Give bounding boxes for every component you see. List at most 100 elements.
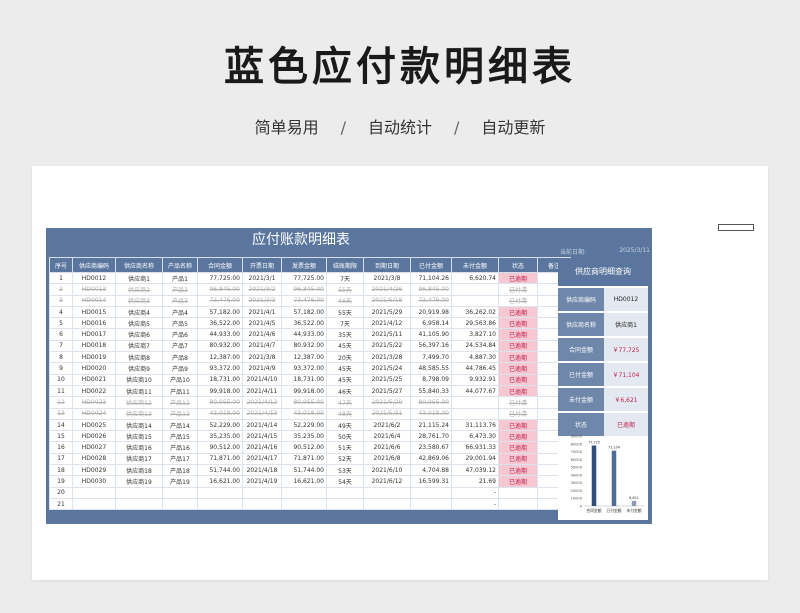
cell-inv_date[interactable]: 2021/4/12 bbox=[242, 396, 282, 409]
cell-status[interactable]: 已逾期 bbox=[498, 271, 538, 285]
cell-inv_date[interactable]: 2021/4/11 bbox=[242, 384, 282, 398]
cell-no[interactable]: 11 bbox=[49, 384, 73, 398]
cell-contract[interactable]: 36,522.00 bbox=[197, 317, 243, 330]
cell-status[interactable]: 已付清 bbox=[498, 294, 538, 307]
cell-supplier[interactable]: 供应商4 bbox=[115, 305, 163, 319]
query-value[interactable]: HD0012 bbox=[604, 288, 648, 311]
cell-status[interactable]: 已付清 bbox=[498, 407, 538, 420]
cell-inv_amt[interactable]: 99,918.00 bbox=[281, 384, 327, 398]
table-row[interactable]: 6 HD0017 供应商6 产品6 44,933.00 2021/4/6 44,933.00… bbox=[49, 328, 571, 341]
cell-paid[interactable] bbox=[410, 486, 452, 499]
cell-supplier[interactable]: 供应商6 bbox=[115, 328, 163, 341]
query-value[interactable]: ￥71,104 bbox=[604, 363, 648, 386]
cell-due[interactable]: 2021/3/8 bbox=[363, 271, 411, 285]
cell-code[interactable]: HD0022 bbox=[72, 384, 116, 398]
cell-contract[interactable]: 96,845.00 bbox=[197, 283, 243, 296]
cell-inv_date[interactable]: 2021/4/7 bbox=[242, 339, 282, 353]
cell-supplier[interactable]: 供应商7 bbox=[115, 339, 163, 353]
table-row[interactable]: 12 HD0023 供应商12 产品12 80,955.00 2021/4/12 80,95… bbox=[49, 396, 571, 409]
cell-no[interactable]: 19 bbox=[49, 475, 73, 488]
cell-due[interactable]: 2021/5/27 bbox=[363, 384, 411, 398]
cell-unpaid[interactable]: 31,113.76 bbox=[451, 418, 499, 432]
table-row[interactable]: 11 HD0022 供应商11 产品11 99,918.00 2021/4/11 99,91… bbox=[49, 384, 571, 398]
cell-term[interactable]: 55天 bbox=[326, 283, 364, 296]
cell-contract[interactable]: 43,018.00 bbox=[197, 407, 243, 420]
cell-supplier[interactable]: 供应商19 bbox=[115, 475, 163, 488]
cell-due[interactable]: 2021/5/11 bbox=[363, 328, 411, 341]
cell-paid[interactable]: 7,499.70 bbox=[410, 351, 452, 364]
cell-status[interactable]: 已逾期 bbox=[498, 441, 538, 454]
cell-no[interactable]: 8 bbox=[49, 351, 73, 364]
cell-inv_date[interactable]: 2021/4/9 bbox=[242, 362, 282, 375]
cell-supplier[interactable]: 供应商2 bbox=[115, 283, 163, 296]
table-row[interactable]: 20 - bbox=[49, 486, 571, 499]
cell-supplier[interactable]: 供应商10 bbox=[115, 373, 163, 386]
cell-supplier[interactable] bbox=[115, 486, 163, 499]
cell-supplier[interactable]: 供应商8 bbox=[115, 351, 163, 364]
cell-term[interactable]: 45天 bbox=[326, 339, 364, 353]
cell-code[interactable]: HD0023 bbox=[72, 396, 116, 409]
cell-paid[interactable]: 42,869.06 bbox=[410, 452, 452, 466]
cell-paid[interactable] bbox=[410, 497, 452, 511]
cell-inv_amt[interactable]: 57,182.00 bbox=[281, 305, 327, 319]
cell-product[interactable]: 产品12 bbox=[162, 396, 198, 409]
cell-inv_amt[interactable]: 35,235.00 bbox=[281, 430, 327, 443]
cell-product[interactable]: 产品6 bbox=[162, 328, 198, 341]
cell-product[interactable]: 产品4 bbox=[162, 305, 198, 319]
table-row[interactable]: 4 HD0015 供应商4 产品4 57,182.00 2021/4/1 57,182.00… bbox=[49, 305, 571, 319]
cell-code[interactable]: HD0017 bbox=[72, 328, 116, 341]
cell-status[interactable]: 已逾期 bbox=[498, 317, 538, 330]
cell-no[interactable]: 10 bbox=[49, 373, 73, 386]
cell-paid[interactable]: 80,955.00 bbox=[410, 396, 452, 409]
query-value[interactable]: ￥6,621 bbox=[604, 388, 648, 411]
cell-code[interactable]: HD0013 bbox=[72, 283, 116, 296]
cell-contract[interactable] bbox=[197, 486, 243, 499]
cell-product[interactable]: 产品17 bbox=[162, 452, 198, 466]
cell-product[interactable]: 产品2 bbox=[162, 283, 198, 296]
cell-inv_amt[interactable]: 80,932.00 bbox=[281, 339, 327, 353]
cell-due[interactable]: 2021/5/29 bbox=[363, 305, 411, 319]
cell-inv_date[interactable]: 2021/4/1 bbox=[242, 305, 282, 319]
cell-inv_amt[interactable]: 80,955.00 bbox=[281, 396, 327, 409]
cell-supplier[interactable]: 供应商18 bbox=[115, 464, 163, 477]
cell-supplier[interactable]: 供应商15 bbox=[115, 430, 163, 443]
cell-product[interactable]: 产品15 bbox=[162, 430, 198, 443]
cell-code[interactable]: HD0016 bbox=[72, 317, 116, 330]
cell-inv_date[interactable]: 2021/4/18 bbox=[242, 464, 282, 477]
cell-paid[interactable]: 8,798.09 bbox=[410, 373, 452, 386]
cell-term[interactable]: 20天 bbox=[326, 351, 364, 364]
cell-code[interactable]: HD0030 bbox=[72, 475, 116, 488]
cell-term[interactable]: 51天 bbox=[326, 441, 364, 454]
cell-term[interactable]: 55天 bbox=[326, 305, 364, 319]
query-value[interactable]: ￥77,725 bbox=[604, 338, 648, 361]
cell-supplier[interactable]: 供应商14 bbox=[115, 418, 163, 432]
table-row[interactable]: 16 HD0027 供应商16 产品16 90,512.00 2021/4/16 90,51… bbox=[49, 441, 571, 454]
cell-status[interactable]: 已逾期 bbox=[498, 475, 538, 488]
cell-code[interactable]: HD0029 bbox=[72, 464, 116, 477]
cell-inv_amt[interactable]: 18,731.00 bbox=[281, 373, 327, 386]
cell-due[interactable]: 2021/6/2 bbox=[363, 418, 411, 432]
cell-unpaid[interactable]: 3,827.10 bbox=[451, 328, 499, 341]
cell-inv_date[interactable]: 2021/4/16 bbox=[242, 441, 282, 454]
cell-status[interactable]: 已逾期 bbox=[498, 452, 538, 466]
cell-inv_amt[interactable]: 43,018.00 bbox=[281, 407, 327, 420]
cell-inv_amt[interactable]: 16,621.00 bbox=[281, 475, 327, 488]
cell-supplier[interactable] bbox=[115, 497, 163, 511]
table-row[interactable]: 14 HD0025 供应商14 产品14 52,229.00 2021/4/14 52,22… bbox=[49, 418, 571, 432]
cell-due[interactable]: 2021/4/26 bbox=[363, 283, 411, 296]
cell-product[interactable]: 产品19 bbox=[162, 475, 198, 488]
cell-term[interactable]: 35天 bbox=[326, 328, 364, 341]
cell-term[interactable]: 46天 bbox=[326, 294, 364, 307]
cell-contract[interactable]: 57,182.00 bbox=[197, 305, 243, 319]
cell-paid[interactable]: 43,018.00 bbox=[410, 407, 452, 420]
cell-due[interactable]: 2021/5/29 bbox=[363, 396, 411, 409]
cell-supplier[interactable]: 供应商12 bbox=[115, 396, 163, 409]
cell-code[interactable]: HD0018 bbox=[72, 339, 116, 353]
cell-contract[interactable]: 16,621.00 bbox=[197, 475, 243, 488]
cell-status[interactable]: 已逾期 bbox=[498, 328, 538, 341]
cell-product[interactable]: 产品5 bbox=[162, 317, 198, 330]
cell-code[interactable]: HD0027 bbox=[72, 441, 116, 454]
cell-code[interactable]: HD0024 bbox=[72, 407, 116, 420]
cell-supplier[interactable]: 供应商1 bbox=[115, 271, 163, 285]
cell-unpaid[interactable]: 6,620.74 bbox=[451, 271, 499, 285]
